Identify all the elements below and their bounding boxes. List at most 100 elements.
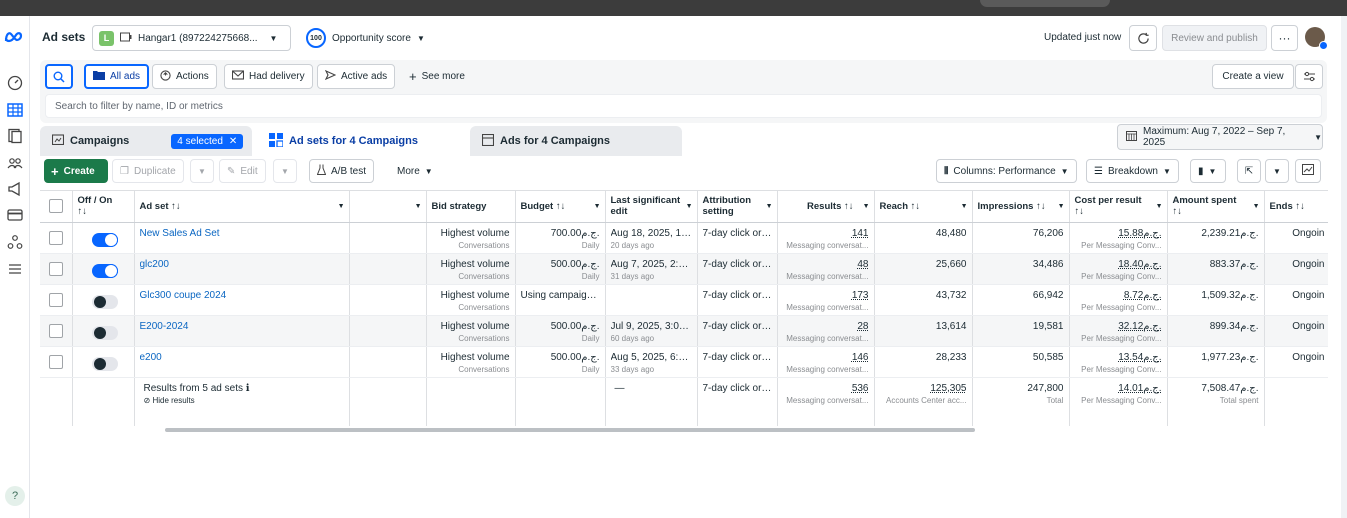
menu-icon[interactable]: [6, 260, 24, 278]
col-impressions[interactable]: Impressions ↑↓ ▼: [972, 191, 1070, 223]
budget-cell[interactable]: 500.00ج.م. Daily: [515, 315, 606, 347]
table-row[interactable]: New Sales Ad Set Highest volume Conversat…: [40, 222, 1328, 254]
all-ads-filter[interactable]: All ads: [84, 64, 150, 89]
toggle-knob: [93, 326, 106, 339]
duplicate-button[interactable]: ❐ Duplicate: [112, 159, 184, 183]
amount-spent-cell: 899.34ج.م.: [1167, 315, 1265, 347]
tab-adsets-label: Ad sets for 4 Campaigns: [289, 135, 418, 147]
table-row[interactable]: glc200 Highest volume Conversations 500.0…: [40, 253, 1328, 285]
avatar[interactable]: [1305, 27, 1328, 50]
refresh-button[interactable]: [1129, 25, 1157, 51]
view-settings-button[interactable]: [1295, 64, 1323, 89]
help-icon[interactable]: ?: [5, 486, 25, 506]
selected-count-badge[interactable]: 4 selected ✕: [171, 133, 244, 149]
tab-ads[interactable]: Ads for 4 Campaigns: [470, 126, 682, 156]
connections-icon[interactable]: [6, 233, 24, 251]
more-options-button[interactable]: ···: [1271, 25, 1298, 51]
billing-card-icon[interactable]: [6, 206, 24, 224]
active-ads-filter[interactable]: Active ads: [317, 64, 396, 89]
edit-dropdown[interactable]: ▼: [273, 159, 297, 183]
breakdown-button[interactable]: ☰ Breakdown ▼: [1086, 159, 1179, 183]
more-button[interactable]: More ▼: [390, 159, 440, 183]
table-row[interactable]: e200 Highest volume Conversations 500.00ج…: [40, 346, 1328, 378]
ad-icon: [481, 133, 495, 149]
adset-name-link[interactable]: Glc300 coupe 2024: [140, 287, 344, 301]
close-icon[interactable]: ✕: [229, 136, 237, 147]
row-checkbox[interactable]: [48, 261, 63, 276]
row-checkbox[interactable]: [48, 292, 63, 307]
adset-name-link[interactable]: glc200: [140, 256, 344, 270]
export-button[interactable]: ⇱: [1237, 159, 1261, 183]
folder-icon: [93, 70, 105, 83]
review-publish-button[interactable]: Review and publish: [1162, 25, 1267, 51]
opportunity-score-button[interactable]: 100 Opportunity score ▼: [306, 28, 425, 48]
reports-button[interactable]: ▮ ▼: [1190, 159, 1226, 183]
col-bid-strategy[interactable]: Bid strategy: [426, 191, 516, 223]
meta-logo-icon[interactable]: [4, 30, 24, 47]
budget-cell[interactable]: 700.00ج.م. Daily: [515, 222, 606, 254]
delivery-toggle[interactable]: [91, 356, 118, 371]
audience-icon[interactable]: [6, 154, 24, 172]
delivery-toggle[interactable]: [91, 325, 118, 340]
info-icon[interactable]: ℹ: [246, 383, 250, 394]
columns-button[interactable]: ⦀ Columns: Performance ▼: [936, 159, 1077, 183]
table-icon[interactable]: [6, 101, 24, 119]
col-budget[interactable]: Budget ↑↓ ▼: [515, 191, 606, 223]
delivery-toggle[interactable]: [91, 263, 118, 278]
col-adset-label: Ad set ↑↓: [139, 200, 181, 212]
table-row[interactable]: Glc300 coupe 2024 Highest volume Conversa…: [40, 284, 1328, 316]
see-more-filter[interactable]: + See more: [402, 64, 472, 89]
tab-campaigns[interactable]: Campaigns 4 selected ✕: [40, 126, 252, 156]
grid-icon: [269, 132, 284, 150]
tab-adsets[interactable]: Ad sets for 4 Campaigns: [257, 126, 467, 156]
had-delivery-filter[interactable]: Had delivery: [224, 64, 313, 89]
actions-filter[interactable]: Actions: [152, 64, 217, 89]
attribution: 7-day click or ...: [702, 227, 772, 239]
bid-strategy-cell: Highest volume Conversations: [426, 253, 516, 285]
charts-button[interactable]: [1295, 159, 1321, 183]
table-row[interactable]: E200-2024 Highest volume Conversations 50…: [40, 315, 1328, 347]
create-view-button[interactable]: Create a view: [1212, 64, 1294, 89]
col-last-edit[interactable]: Last significant edit ▼: [605, 191, 698, 223]
col-attribution[interactable]: Attribution setting ▼: [697, 191, 778, 223]
pages-icon[interactable]: [6, 127, 24, 145]
budget-cell[interactable]: Using campaign...: [515, 284, 606, 316]
col-ends[interactable]: Ends ↑↓: [1264, 191, 1328, 223]
delivery-toggle[interactable]: [91, 232, 118, 247]
gauge-icon[interactable]: [6, 74, 24, 92]
col-results[interactable]: Results ↑↓ ▼: [777, 191, 875, 223]
delivery-toggle[interactable]: [91, 294, 118, 309]
search-input[interactable]: Search to filter by name, ID or metrics: [45, 94, 1322, 118]
duplicate-dropdown[interactable]: ▼: [190, 159, 214, 183]
col-cost-per-result[interactable]: Cost per result ↑↓ ▼: [1069, 191, 1168, 223]
search-button[interactable]: [45, 64, 73, 89]
col-amount-spent[interactable]: Amount spent ↑↓ ▼: [1167, 191, 1265, 223]
export-dropdown[interactable]: ▼: [1265, 159, 1289, 183]
col-offon[interactable]: Off / On ↑↓: [72, 191, 135, 223]
horizontal-scrollbar[interactable]: [165, 428, 975, 432]
account-selector[interactable]: L Hangar1 (897224275668... ▼: [92, 25, 291, 51]
budget-cell[interactable]: 500.00ج.م. Daily: [515, 346, 606, 378]
col-reach[interactable]: Reach ↑↓ ▼: [874, 191, 973, 223]
col-adset[interactable]: Ad set ↑↓ ▼: [134, 191, 350, 223]
hide-results-button[interactable]: ⊘ Hide results: [140, 396, 344, 405]
pencil-icon: ✎: [227, 165, 236, 177]
ab-test-button[interactable]: A/B test: [309, 159, 375, 183]
budget-cell[interactable]: 500.00ج.م. Daily: [515, 253, 606, 285]
filter-panel: All ads Actions Had delivery Active ads …: [40, 60, 1327, 123]
select-all-checkbox[interactable]: [48, 199, 63, 214]
adset-name-link[interactable]: E200-2024: [140, 318, 344, 332]
row-checkbox[interactable]: [48, 323, 63, 338]
row-checkbox[interactable]: [48, 354, 63, 369]
delivery-cell: [349, 253, 427, 285]
adset-name-link[interactable]: New Sales Ad Set: [140, 225, 344, 239]
create-button[interactable]: + Create: [44, 159, 108, 183]
megaphone-icon[interactable]: [6, 180, 24, 198]
date-range-picker[interactable]: Maximum: Aug 7, 2022 – Sep 7, 2025 ▼: [1117, 124, 1323, 150]
edit-button[interactable]: ✎ Edit: [219, 159, 266, 183]
cost-per-result-sub: Per Messaging Conv...: [1081, 240, 1162, 250]
adset-name-link[interactable]: e200: [140, 349, 344, 363]
col-delivery[interactable]: ▼: [349, 191, 427, 223]
browser-pill: [980, 0, 1110, 7]
row-checkbox[interactable]: [48, 230, 63, 245]
